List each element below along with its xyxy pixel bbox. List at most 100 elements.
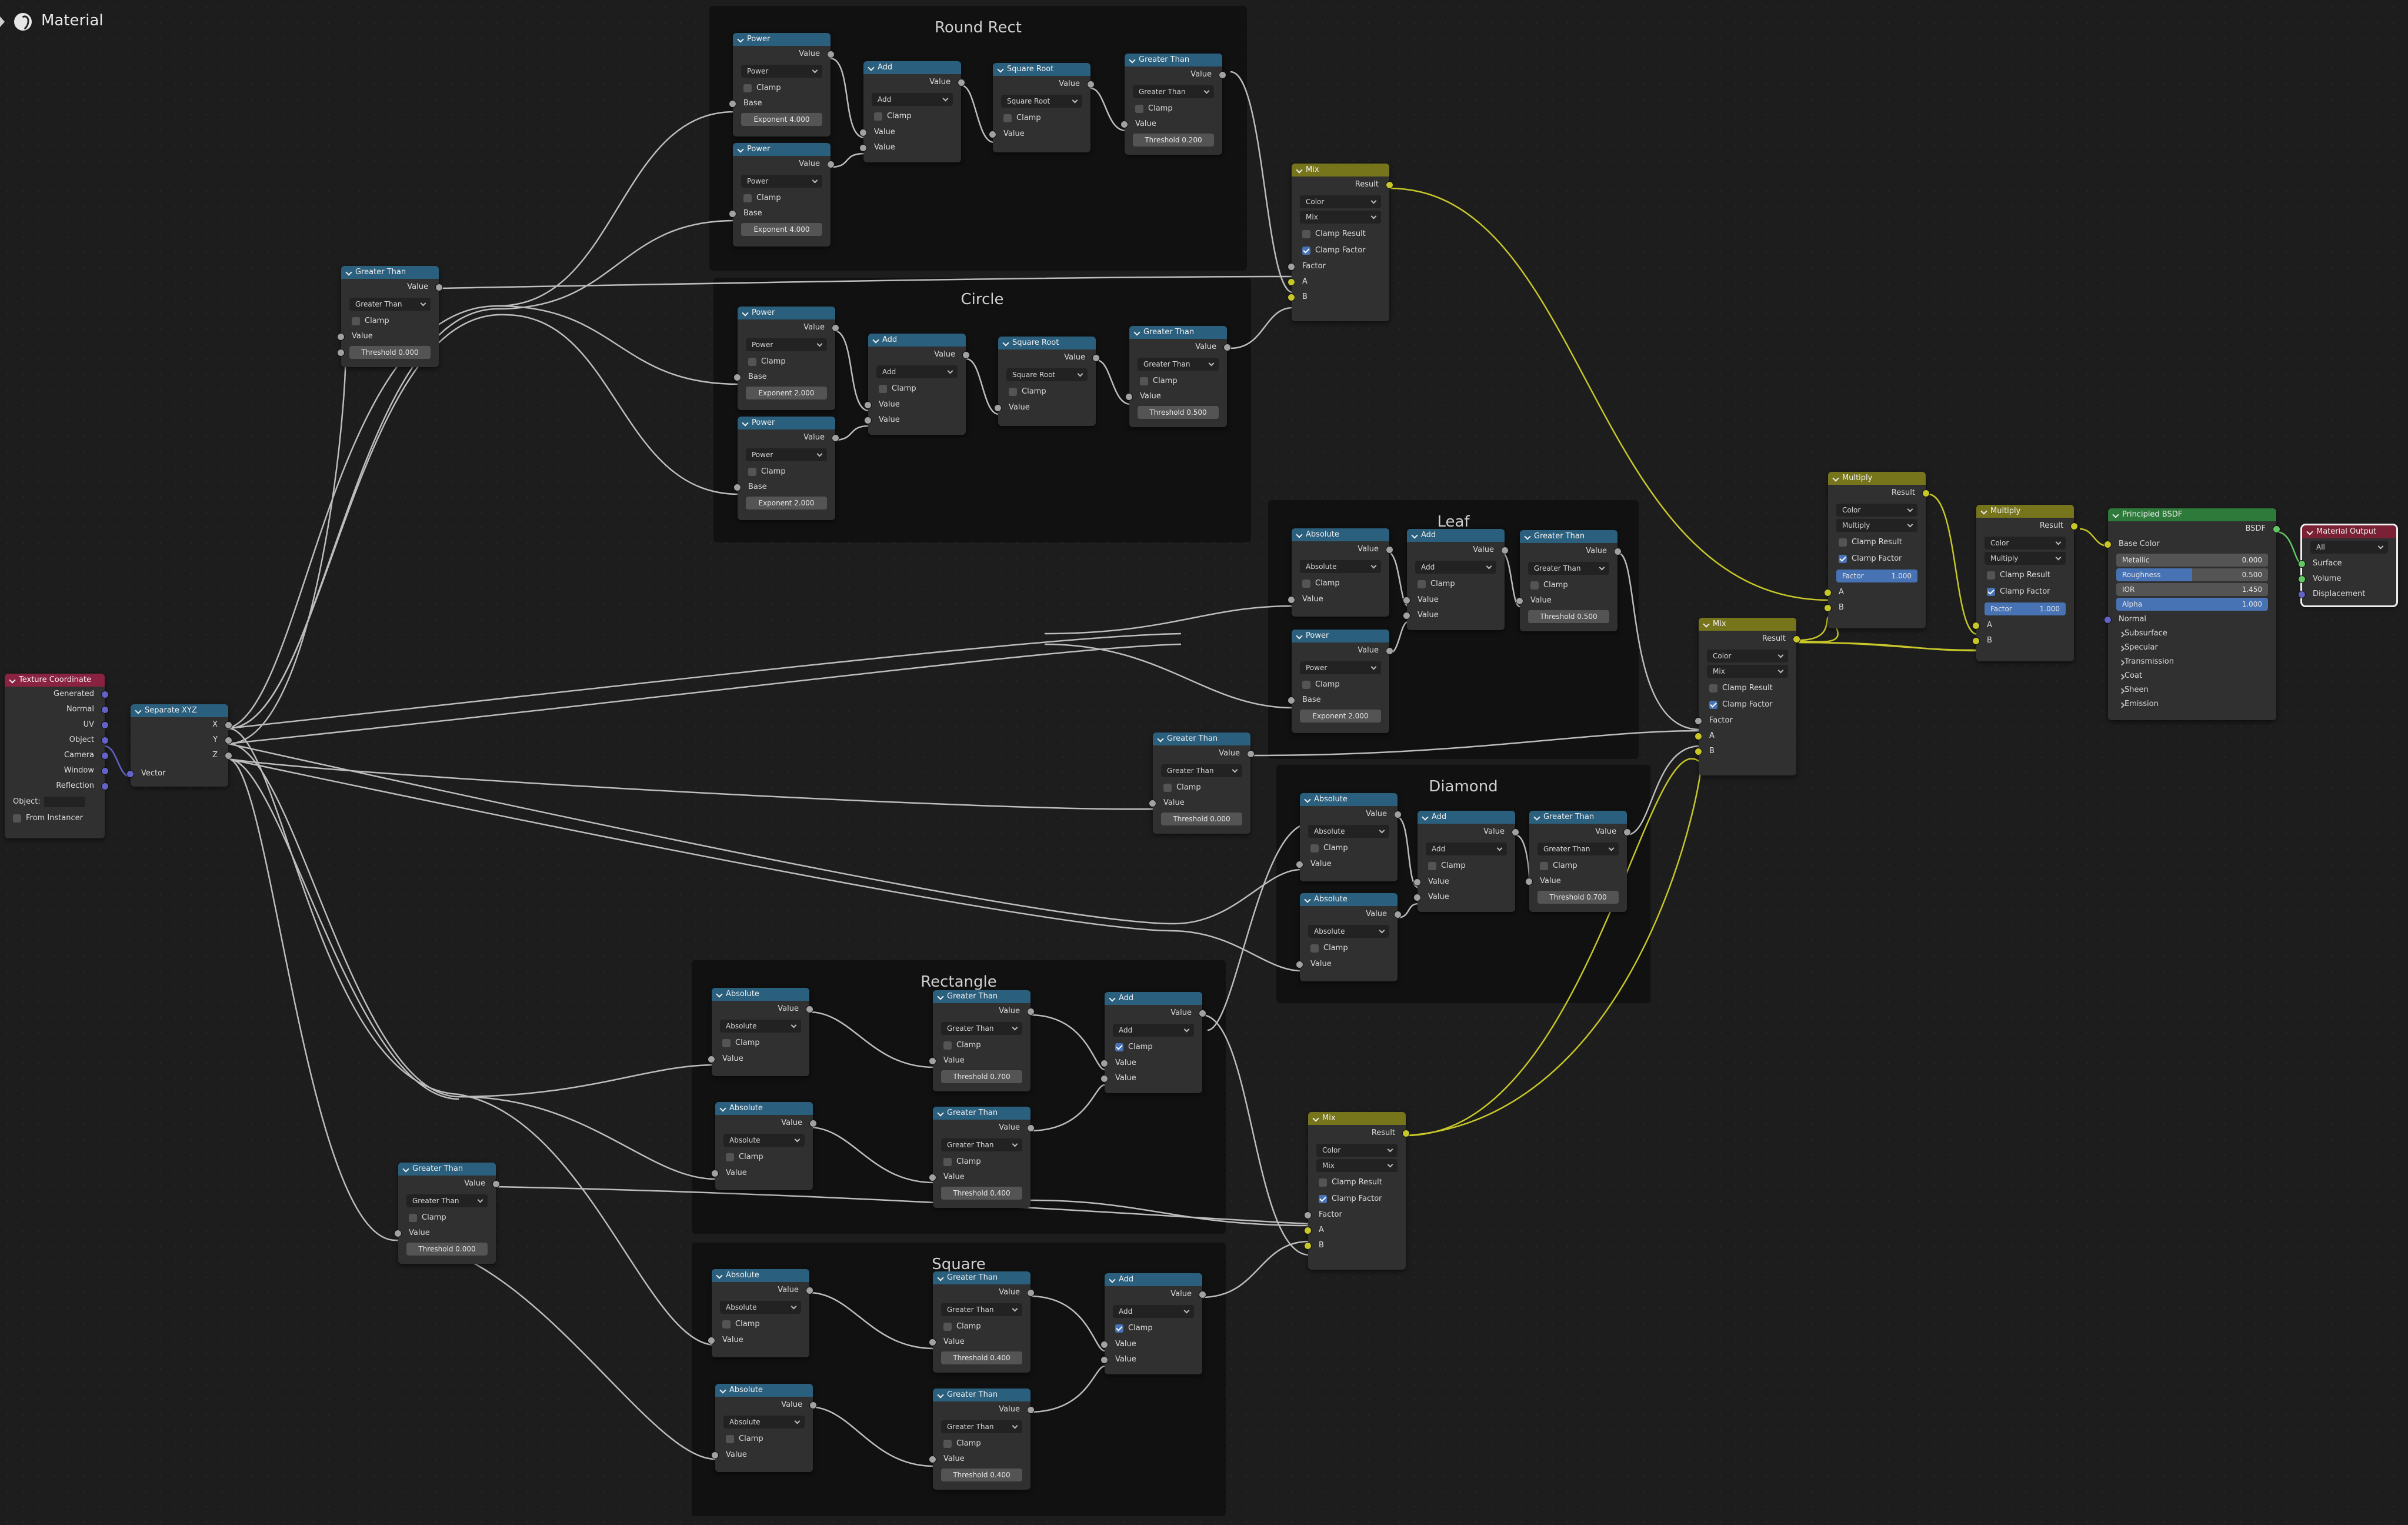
clamp-row[interactable]: Clamp — [1300, 940, 1398, 957]
threshold-field[interactable]: Threshold 0.000 — [1161, 813, 1242, 825]
clamp-row[interactable]: Clamp — [738, 464, 835, 480]
node-greater-than[interactable]: Greater Than Value Greater Than Clamp Va… — [1516, 530, 1622, 631]
node-header[interactable]: Power — [733, 33, 831, 46]
exponent-field[interactable]: Exponent 2.000 — [1300, 710, 1381, 722]
node-header[interactable]: Square Root — [993, 63, 1090, 76]
clamp-checkbox[interactable] — [1418, 580, 1426, 588]
clamp-checkbox[interactable] — [722, 1038, 731, 1047]
output-socket[interactable] — [806, 1287, 813, 1294]
clamp-row[interactable]: Clamp — [1529, 858, 1627, 874]
output-socket[interactable] — [1247, 750, 1255, 758]
node-header[interactable]: Absolute — [715, 1384, 813, 1397]
clamp-row[interactable]: Clamp — [1418, 858, 1515, 874]
input-socket[interactable] — [1100, 1075, 1108, 1083]
threshold-field[interactable]: Threshold 0.500 — [1528, 610, 1609, 623]
node-multiply[interactable]: Multiply Result Color Multiply Clamp Res… — [1824, 472, 1930, 628]
node-header[interactable]: Mix — [1292, 164, 1389, 177]
operation-dropdown[interactable]: Greater Than — [349, 298, 431, 311]
input-socket[interactable] — [1288, 263, 1295, 271]
output-socket[interactable] — [1027, 1289, 1035, 1297]
clamp-row[interactable]: Clamp — [1105, 1039, 1202, 1055]
output-socket[interactable] — [101, 752, 109, 760]
node-greater-than[interactable]: Greater Than Value Greater Than Clamp Va… — [929, 1389, 1035, 1490]
clamp-result-checkbox[interactable] — [1839, 538, 1847, 547]
input-socket[interactable] — [126, 770, 134, 778]
node-mix[interactable]: Mix Result Color Mix Clamp Result Clamp … — [1695, 618, 1800, 775]
output-socket[interactable] — [225, 752, 232, 760]
clamp-checkbox[interactable] — [1140, 377, 1148, 385]
output-socket[interactable] — [1623, 828, 1631, 836]
data-type-dropdown[interactable]: Color — [1836, 504, 1917, 517]
node-power[interactable]: Power Value Power Clamp Base Exponent 4.… — [729, 33, 835, 136]
clamp-checkbox[interactable] — [748, 357, 756, 366]
output-socket[interactable] — [101, 767, 109, 775]
input-socket[interactable] — [1972, 637, 1980, 645]
clamp-row[interactable]: Clamp — [715, 1149, 813, 1166]
operation-dropdown[interactable]: Add — [1113, 1305, 1194, 1318]
output-socket[interactable] — [1199, 1010, 1206, 1017]
clamp-checkbox[interactable] — [1009, 387, 1017, 396]
clamp-checkbox[interactable] — [943, 1322, 952, 1331]
threshold-field[interactable]: Threshold 0.000 — [406, 1243, 488, 1256]
operation-dropdown[interactable]: Power — [741, 175, 822, 188]
node-header[interactable]: Mix — [1308, 1112, 1406, 1125]
input-socket[interactable] — [1288, 294, 1295, 301]
exponent-field[interactable]: Exponent 2.000 — [746, 497, 827, 510]
node-add[interactable]: Add Value Add Clamp Value Value — [859, 61, 965, 162]
output-socket[interactable] — [101, 706, 109, 714]
input-socket[interactable] — [2298, 560, 2306, 568]
node-power[interactable]: Power Value Power Clamp Base Exponent 2.… — [1288, 630, 1393, 733]
blend-mode-dropdown[interactable]: Multiply — [1985, 552, 2066, 565]
factor-field[interactable]: Factor 1.000 — [1836, 570, 1917, 582]
input-socket[interactable] — [1100, 1341, 1108, 1348]
clamp-row[interactable]: Clamp — [1292, 575, 1389, 592]
clamp-row[interactable]: Clamp — [868, 381, 966, 397]
node-separate-xyz[interactable]: Separate XYZ X Y Z Vector — [126, 704, 232, 787]
clamp-row[interactable]: Clamp — [1125, 101, 1222, 117]
node-header[interactable]: Power — [733, 143, 831, 156]
node-header[interactable]: Greater Than — [933, 1389, 1030, 1401]
clamp-row[interactable]: Clamp — [398, 1210, 496, 1226]
input-socket[interactable] — [2298, 591, 2306, 598]
operation-dropdown[interactable]: Greater Than — [941, 1022, 1022, 1035]
data-type-dropdown[interactable]: Color — [1316, 1144, 1398, 1157]
node-header[interactable]: Material Output — [2302, 525, 2396, 538]
operation-dropdown[interactable]: Greater Than — [941, 1303, 1022, 1316]
panel-sheen[interactable]: Sheen — [2108, 683, 2276, 697]
node-header[interactable]: Greater Than — [1520, 530, 1617, 543]
clamp-checkbox[interactable] — [1115, 1324, 1123, 1333]
blend-mode-dropdown[interactable]: Mix — [1707, 665, 1788, 678]
input-socket[interactable] — [1100, 1060, 1108, 1067]
node-header[interactable]: Add — [1418, 811, 1515, 824]
clamp-checkbox[interactable] — [409, 1213, 417, 1222]
node-header[interactable]: Absolute — [1300, 893, 1398, 906]
output-socket[interactable] — [1793, 635, 1800, 643]
input-socket[interactable] — [864, 401, 872, 409]
exponent-field[interactable]: Exponent 4.000 — [741, 223, 822, 236]
input-socket[interactable] — [1125, 393, 1133, 401]
operation-dropdown[interactable]: Greater Than — [1138, 358, 1219, 371]
input-socket[interactable] — [929, 1338, 936, 1346]
input-socket[interactable] — [1695, 732, 1702, 740]
output-socket[interactable] — [2070, 522, 2078, 530]
output-socket[interactable] — [827, 51, 835, 58]
node-add[interactable]: Add Value Add Clamp Value Value — [1100, 1273, 1206, 1374]
input-socket[interactable] — [711, 1170, 719, 1177]
node-power[interactable]: Power Value Power Clamp Base Exponent 4.… — [729, 143, 835, 247]
clamp-row[interactable]: Clamp — [1300, 840, 1398, 857]
exponent-field[interactable]: Exponent 2.000 — [746, 387, 827, 399]
node-absolute[interactable]: Absolute Value Absolute Clamp Value — [711, 1384, 817, 1472]
node-header[interactable]: Greater Than — [933, 1271, 1030, 1284]
input-socket[interactable] — [1403, 597, 1410, 604]
output-socket[interactable] — [1402, 1130, 1410, 1137]
threshold-field[interactable]: Threshold 0.400 — [941, 1469, 1022, 1481]
node-header[interactable]: Absolute — [1292, 528, 1389, 541]
threshold-field[interactable]: Threshold 0.700 — [1537, 891, 1619, 904]
operation-dropdown[interactable]: Greater Than — [406, 1194, 488, 1207]
node-header[interactable]: Add — [1105, 992, 1202, 1005]
clamp-checkbox[interactable] — [874, 112, 882, 121]
output-socket[interactable] — [101, 721, 109, 729]
operation-dropdown[interactable]: Square Root — [1001, 95, 1082, 108]
node-header[interactable]: Absolute — [712, 988, 809, 1001]
output-socket[interactable] — [225, 737, 232, 744]
